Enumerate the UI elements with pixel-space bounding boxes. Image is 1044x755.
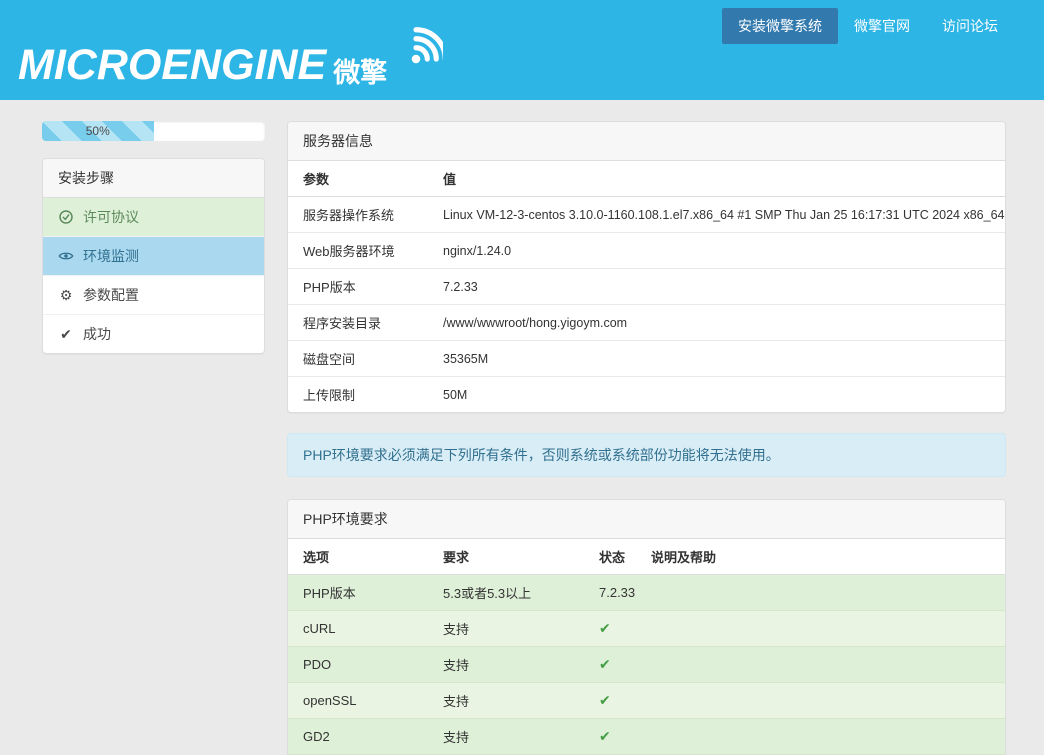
server-info-table: 参数 值 服务器操作系统 Linux VM-12-3-centos 3.10.0…: [288, 161, 1005, 412]
gear-icon: ⚙: [58, 287, 74, 303]
table-row: 上传限制 50M: [288, 377, 1005, 413]
sidebar-item-environment[interactable]: 环境监测: [43, 236, 264, 275]
help-cell: [641, 719, 1005, 755]
install-progress: 50%: [42, 121, 265, 141]
help-cell: [641, 575, 1005, 611]
logo-cn-text: 微擎: [333, 59, 387, 87]
status-check-icon: ✔: [593, 683, 641, 719]
requirement-cell: 支持: [433, 719, 593, 755]
status-check-icon: ✔: [593, 719, 641, 755]
step-label: 许可协议: [83, 207, 139, 227]
table-row: cURL 支持 ✔: [288, 611, 1005, 647]
logo-text: MICROENGINE: [18, 44, 326, 87]
page-header: MICROENGINE 微擎 安装微擎系统 微擎官网 访问论坛: [0, 0, 1044, 100]
step-label: 环境监测: [83, 246, 139, 266]
option-header-cell: 选项: [288, 539, 433, 575]
option-cell: cURL: [288, 611, 433, 647]
microengine-logo: MICROENGINE 微擎: [18, 30, 443, 87]
status-check-icon: ✔: [593, 611, 641, 647]
param-cell: 上传限制: [288, 377, 433, 413]
step-label: 参数配置: [83, 285, 139, 305]
value-cell: nginx/1.24.0: [433, 233, 1005, 269]
param-cell: 服务器操作系统: [288, 197, 433, 233]
value-cell: /www/wwwroot/hong.yigoym.com: [433, 305, 1005, 341]
table-row: PHP版本 7.2.33: [288, 269, 1005, 305]
value-cell: 50M: [433, 377, 1005, 413]
content-area: 50% 安装步骤 许可协议 环境监测: [0, 100, 1044, 755]
server-info-title: 服务器信息: [288, 122, 1005, 161]
sidebar-item-license[interactable]: 许可协议: [43, 198, 264, 236]
steps-panel-title: 安装步骤: [43, 159, 264, 198]
sidebar-item-success[interactable]: ✔ 成功: [43, 314, 264, 353]
requirement-header-cell: 要求: [433, 539, 593, 575]
table-header-row: 选项 要求 状态 说明及帮助: [288, 539, 1005, 575]
option-cell: PDO: [288, 647, 433, 683]
help-cell: [641, 647, 1005, 683]
top-nav: 安装微擎系统 微擎官网 访问论坛: [722, 8, 1014, 44]
param-cell: Web服务器环境: [288, 233, 433, 269]
table-row: openSSL 支持 ✔: [288, 683, 1005, 719]
requirement-cell: 支持: [433, 647, 593, 683]
sidebar: 50% 安装步骤 许可协议 环境监测: [42, 121, 265, 354]
help-cell: [641, 611, 1005, 647]
value-cell: 7.2.33: [433, 269, 1005, 305]
table-row: PDO 支持 ✔: [288, 647, 1005, 683]
option-cell: openSSL: [288, 683, 433, 719]
wifi-signal-icon: [389, 14, 443, 71]
main-area: 服务器信息 参数 值 服务器操作系统 Linux VM-12-3-centos …: [287, 121, 1006, 755]
table-row: 服务器操作系统 Linux VM-12-3-centos 3.10.0-1160…: [288, 197, 1005, 233]
status-cell: 7.2.33: [593, 575, 641, 611]
progress-bar-fill: 50%: [42, 121, 154, 141]
check-icon: ✔: [58, 326, 74, 342]
requirement-cell: 支持: [433, 611, 593, 647]
value-cell: Linux VM-12-3-centos 3.10.0-1160.108.1.e…: [433, 197, 1005, 233]
param-cell: 磁盘空间: [288, 341, 433, 377]
table-row: 磁盘空间 35365M: [288, 341, 1005, 377]
param-cell: 程序安装目录: [288, 305, 433, 341]
check-circle-icon: [58, 209, 74, 225]
steps-panel: 安装步骤 许可协议 环境监测 ⚙: [42, 158, 265, 354]
nav-forum-button[interactable]: 访问论坛: [926, 8, 1014, 44]
value-header-cell: 值: [433, 161, 1005, 197]
param-cell: PHP版本: [288, 269, 433, 305]
param-header-cell: 参数: [288, 161, 433, 197]
table-row: 程序安装目录 /www/wwwroot/hong.yigoym.com: [288, 305, 1005, 341]
requirement-cell: 支持: [433, 683, 593, 719]
php-requirements-title: PHP环境要求: [288, 500, 1005, 539]
help-cell: [641, 683, 1005, 719]
server-info-panel: 服务器信息 参数 值 服务器操作系统 Linux VM-12-3-centos …: [287, 121, 1006, 413]
table-row: PHP版本 5.3或者5.3以上 7.2.33: [288, 575, 1005, 611]
php-requirements-panel: PHP环境要求 选项 要求 状态 说明及帮助 PHP版本 5.3或者5.3以上 …: [287, 499, 1006, 755]
php-requirements-table: 选项 要求 状态 说明及帮助 PHP版本 5.3或者5.3以上 7.2.33 c…: [288, 539, 1005, 755]
nav-install-system-button[interactable]: 安装微擎系统: [722, 8, 838, 44]
table-row: GD2 支持 ✔: [288, 719, 1005, 755]
status-check-icon: ✔: [593, 647, 641, 683]
help-header-cell: 说明及帮助: [641, 539, 1005, 575]
requirement-cell: 5.3或者5.3以上: [433, 575, 593, 611]
progress-label: 50%: [86, 124, 110, 138]
table-header-row: 参数 值: [288, 161, 1005, 197]
nav-official-site-button[interactable]: 微擎官网: [838, 8, 926, 44]
sidebar-item-configuration[interactable]: ⚙ 参数配置: [43, 275, 264, 314]
option-cell: PHP版本: [288, 575, 433, 611]
value-cell: 35365M: [433, 341, 1005, 377]
php-requirements-alert: PHP环境要求必须满足下列所有条件，否则系统或系统部份功能将无法使用。: [287, 433, 1006, 477]
step-label: 成功: [83, 324, 111, 344]
eye-icon: [58, 248, 74, 264]
option-cell: GD2: [288, 719, 433, 755]
table-row: Web服务器环境 nginx/1.24.0: [288, 233, 1005, 269]
status-header-cell: 状态: [593, 539, 641, 575]
